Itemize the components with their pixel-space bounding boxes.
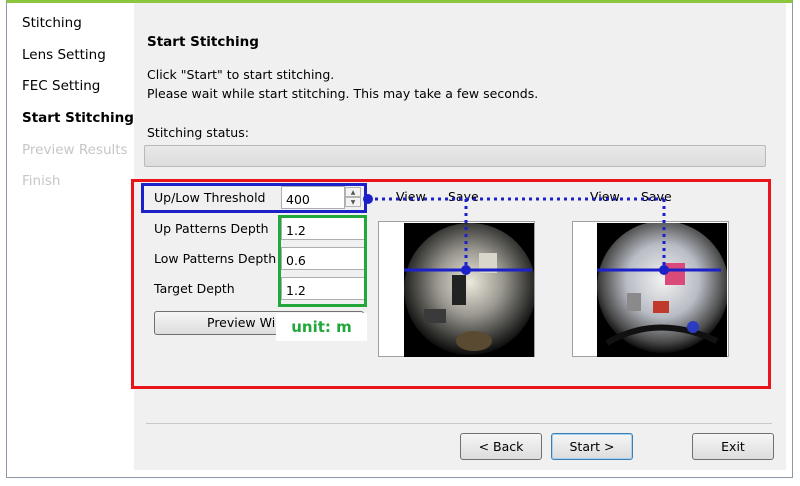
sidebar-item-preview-results: Preview Results <box>22 142 128 158</box>
sidebar-item-lens-setting[interactable]: Lens Setting <box>22 47 106 63</box>
sidebar-item-finish: Finish <box>22 173 61 189</box>
footer-separator <box>146 423 772 424</box>
sidebar-item-stitching[interactable]: Stitching <box>22 15 82 31</box>
start-button[interactable]: Start > <box>551 433 633 460</box>
unit-annotation: unit: m <box>276 313 367 341</box>
back-button[interactable]: < Back <box>460 433 542 460</box>
stitching-progress-bar <box>144 145 766 167</box>
stitching-status-label: Stitching status: <box>147 125 249 140</box>
instruction-line-2: Please wait while start stitching. This … <box>147 86 539 101</box>
page-title: Start Stitching <box>147 34 259 50</box>
sidebar-item-fec-setting[interactable]: FEC Setting <box>22 78 100 94</box>
wizard-sidebar: Stitching Lens Setting FEC Setting Start… <box>7 3 134 470</box>
highlight-blue-box <box>141 183 367 213</box>
sidebar-item-start-stitching[interactable]: Start Stitching <box>22 110 134 126</box>
highlight-green-box <box>278 215 367 307</box>
exit-button[interactable]: Exit <box>692 433 774 460</box>
instruction-line-1: Click "Start" to start stitching. <box>147 67 335 82</box>
